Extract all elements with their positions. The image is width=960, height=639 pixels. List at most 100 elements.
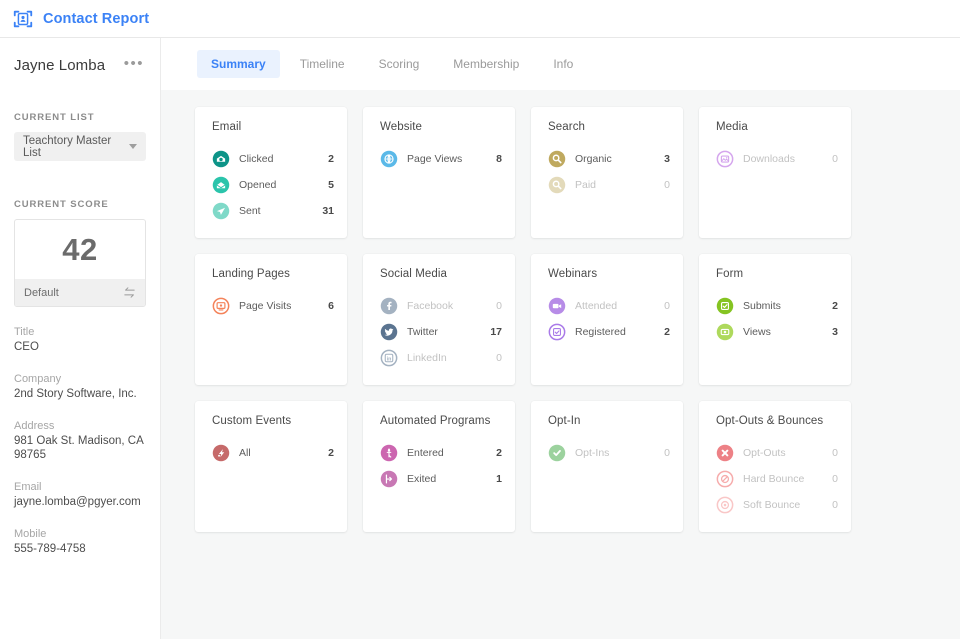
metric-row[interactable]: Submits 2: [716, 293, 838, 319]
summary-card-search[interactable]: Search Organic 3 $ Paid 0: [531, 107, 683, 238]
current-score-label: CURRENT SCORE: [14, 199, 109, 210]
tab-timeline[interactable]: Timeline: [286, 50, 359, 78]
card-title: Form: [716, 268, 744, 280]
tab-info[interactable]: Info: [539, 50, 587, 78]
contact-card-icon: [13, 10, 33, 27]
card-title: Opt-In: [548, 415, 581, 427]
metric-row[interactable]: Facebook 0: [380, 293, 502, 319]
card-row: Custom Events All 2 Automated Programs Enter…: [195, 401, 960, 532]
summary-cards-area: Email Clicked 2 Opened 5 Sent 31 Website Page Vi…: [161, 90, 960, 639]
metric-value: 8: [496, 153, 502, 165]
metric-row[interactable]: Page Visits 6: [212, 293, 334, 319]
summary-card-opt-outs-bounces[interactable]: Opt-Outs & Bounces Opt-Outs 0 Hard Bounce 0 S…: [699, 401, 851, 532]
metric-row[interactable]: Downloads 0: [716, 146, 838, 172]
summary-card-media[interactable]: Media Downloads 0: [699, 107, 851, 238]
contact-name-row: Jayne Lomba •••: [14, 38, 146, 74]
metric-row[interactable]: All 2: [212, 440, 334, 466]
search-paid-icon: $: [548, 176, 566, 194]
contact-name: Jayne Lomba: [14, 57, 106, 74]
metric-row[interactable]: Page Views 8: [380, 146, 502, 172]
card-title: Automated Programs: [380, 415, 491, 427]
summary-card-website[interactable]: Website Page Views 8: [363, 107, 515, 238]
email-sent-icon: [212, 202, 230, 220]
score-model-row[interactable]: Default: [15, 279, 145, 306]
metric-value: 3: [664, 153, 670, 165]
more-options-button[interactable]: •••: [122, 56, 146, 71]
webinar-registered-icon: [548, 323, 566, 341]
card-title: Landing Pages: [212, 268, 291, 280]
metric-row[interactable]: Hard Bounce 0: [716, 466, 838, 492]
current-list-value: Teachtory Master List: [23, 134, 112, 159]
summary-card-form[interactable]: Form Submits 2 Views 3: [699, 254, 851, 385]
metric-row[interactable]: Soft Bounce 0: [716, 492, 838, 518]
swap-arrows-icon[interactable]: [123, 287, 136, 298]
summary-card-custom-events[interactable]: Custom Events All 2: [195, 401, 347, 532]
metric-row[interactable]: Twitter 17: [380, 319, 502, 345]
metric-row[interactable]: Opt-Outs 0: [716, 440, 838, 466]
metric-value: 2: [328, 153, 334, 165]
card-title: Webinars: [548, 268, 598, 280]
metric-row[interactable]: Opened 5: [212, 172, 334, 198]
metric-label: Views: [743, 326, 771, 338]
current-list-select[interactable]: Teachtory Master List: [14, 132, 146, 161]
metric-row[interactable]: Sent 31: [212, 198, 334, 224]
metric-label: Organic: [575, 153, 612, 165]
metric-row[interactable]: Clicked 2: [212, 146, 334, 172]
metric-value: 1: [496, 473, 502, 485]
card-title: Opt-Outs & Bounces: [716, 415, 824, 427]
metric-row[interactable]: Exited 1: [380, 466, 502, 492]
field-label-email: Email: [14, 481, 42, 493]
metric-value: 0: [496, 300, 502, 312]
form-views-icon: [716, 323, 734, 341]
metric-value: 0: [664, 179, 670, 191]
summary-card-opt-in[interactable]: Opt-In Opt-Ins 0: [531, 401, 683, 532]
tab-bar: Summary Timeline Scoring Membership Info: [161, 38, 960, 90]
metric-value: 0: [496, 352, 502, 364]
card-title: Website: [380, 121, 423, 133]
summary-card-social-media[interactable]: Social Media Facebook 0 Twitter 17 in LinkedIn…: [363, 254, 515, 385]
opt-outs-icon: [716, 444, 734, 462]
metric-row[interactable]: Opt-Ins 0: [548, 440, 670, 466]
summary-card-landing-pages[interactable]: Landing Pages Page Visits 6: [195, 254, 347, 385]
metric-label: Registered: [575, 326, 626, 338]
metric-label: Opt-Ins: [575, 447, 610, 459]
metric-label: Attended: [575, 300, 618, 312]
tab-scoring[interactable]: Scoring: [365, 50, 434, 78]
tab-membership[interactable]: Membership: [439, 50, 533, 78]
media-downloads-icon: [716, 150, 734, 168]
facebook-icon: [380, 297, 398, 315]
card-title: Email: [212, 121, 242, 133]
contact-sidebar: Jayne Lomba ••• CURRENT LIST Teachtory M…: [0, 38, 161, 639]
summary-card-email[interactable]: Email Clicked 2 Opened 5 Sent 31: [195, 107, 347, 238]
form-submits-icon: [716, 297, 734, 315]
tab-summary[interactable]: Summary: [197, 50, 280, 78]
metric-value: 2: [664, 326, 670, 338]
contact-field: Email jayne.lomba@pgyer.com: [14, 481, 146, 509]
metric-label: Paid: [575, 179, 597, 191]
metric-value: 17: [490, 326, 502, 338]
metric-value: 31: [322, 205, 334, 217]
current-list-label: CURRENT LIST: [14, 112, 95, 123]
metric-row[interactable]: Entered 2: [380, 440, 502, 466]
metric-label: Facebook: [407, 300, 454, 312]
summary-card-webinars[interactable]: Webinars Attended 0 Registered 2: [531, 254, 683, 385]
field-value-email: jayne.lomba@pgyer.com: [14, 496, 141, 508]
contact-field: Address 981 Oak St. Madison, CA 98765: [14, 420, 146, 462]
contact-field: Title CEO: [14, 326, 146, 354]
field-label-address: Address: [14, 420, 55, 432]
metric-row[interactable]: in LinkedIn 0: [380, 345, 502, 371]
field-value-title: CEO: [14, 341, 39, 353]
metric-row[interactable]: Attended 0: [548, 293, 670, 319]
metric-row[interactable]: $ Paid 0: [548, 172, 670, 198]
metric-row[interactable]: Organic 3: [548, 146, 670, 172]
metric-row[interactable]: Views 3: [716, 319, 838, 345]
contact-fields: Title CEO Company 2nd Story Software, In…: [14, 326, 146, 556]
metric-value: 0: [832, 447, 838, 459]
program-exited-icon: [380, 470, 398, 488]
hard-bounce-icon: [716, 470, 734, 488]
metric-value: 2: [832, 300, 838, 312]
metric-value: 6: [328, 300, 334, 312]
metric-row[interactable]: Registered 2: [548, 319, 670, 345]
field-value-mobile: 555-789-4758: [14, 543, 86, 555]
summary-card-automated-programs[interactable]: Automated Programs Entered 2 Exited 1: [363, 401, 515, 532]
